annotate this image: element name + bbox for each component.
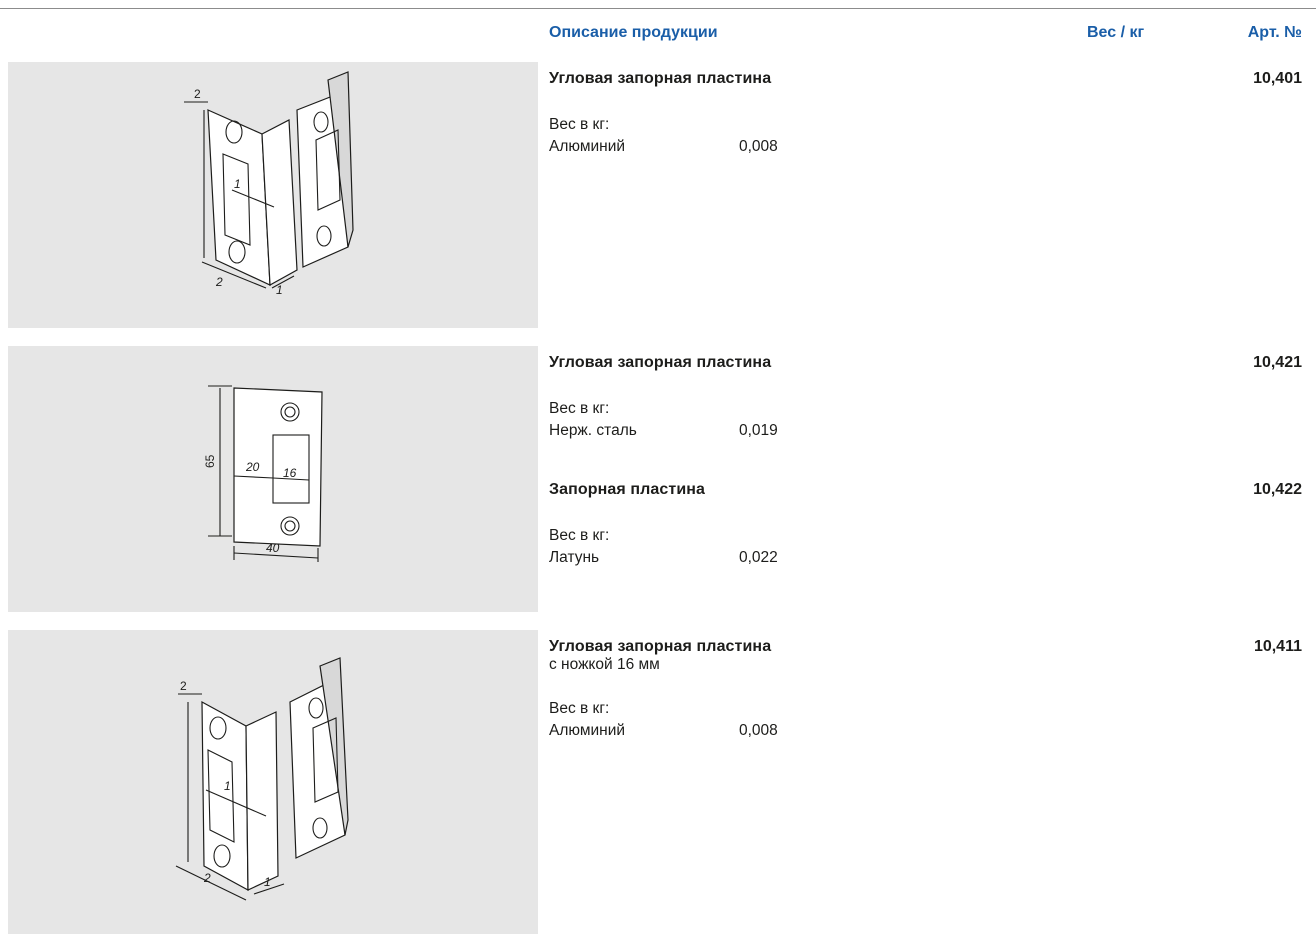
material-row: Нерж. сталь 0,019 — [549, 420, 1302, 442]
product-image-panel: 65 20 16 40 — [8, 346, 538, 612]
top-rule — [0, 8, 1316, 9]
material-weight: 0,022 — [739, 549, 778, 566]
product-entry: Запорная пластина 10,422 Вес в кг: Латун… — [549, 481, 1302, 569]
dim-label: 1 — [234, 177, 241, 191]
article-number: 10,422 — [1253, 481, 1302, 498]
product-entry: Угловая запорная пластина 10,421 Вес в к… — [549, 354, 1302, 442]
header-article: Арт. № — [1247, 24, 1302, 41]
weight-label: Вес в кг: — [549, 527, 610, 544]
dim-label: 65 — [203, 454, 217, 468]
product-entry: Угловая запорная пластина с ножкой 16 мм… — [549, 638, 1302, 742]
dim-label: 40 — [266, 541, 280, 555]
material-name: Алюминий — [549, 722, 626, 739]
weight-label: Вес в кг: — [549, 700, 610, 717]
article-number: 10,401 — [1253, 70, 1302, 87]
dim-label: 1 — [264, 875, 271, 889]
material-row: Латунь 0,022 — [549, 547, 1302, 569]
dim-label: 2 — [203, 871, 211, 885]
material-weight: 0,008 — [739, 138, 778, 155]
article-number: 10,421 — [1253, 354, 1302, 371]
product-title: Угловая запорная пластина — [549, 638, 772, 655]
material-weight: 0,019 — [739, 422, 778, 439]
product-title: Угловая запорная пластина — [549, 70, 772, 87]
dim-label: 16 — [283, 466, 297, 480]
angle-strike-plate-drawing: 2 1 2 1 — [184, 71, 354, 297]
dim-label: 2 — [215, 275, 223, 289]
product-image-panel: 2 1 2 1 — [8, 62, 538, 328]
header-description: Описание продукции — [549, 24, 718, 41]
dim-label: 1 — [276, 283, 283, 297]
material-name: Нерж. сталь — [549, 422, 637, 439]
product-subtitle: с ножкой 16 мм — [549, 656, 660, 673]
weight-label: Вес в кг: — [549, 400, 610, 417]
dim-label: 1 — [224, 779, 231, 793]
angle-strike-plate-leg-drawing: 2 1 2 1 — [175, 657, 349, 901]
header-weight: Вес / кг — [1087, 24, 1145, 41]
material-row: Алюминий 0,008 — [549, 720, 1302, 742]
flat-strike-plate-drawing: 65 20 16 40 — [203, 385, 323, 562]
material-name: Латунь — [549, 549, 600, 566]
material-name: Алюминий — [549, 138, 626, 155]
material-weight: 0,008 — [739, 722, 778, 739]
dim-label: 2 — [194, 87, 201, 101]
product-image-panel: 2 1 2 1 — [8, 630, 538, 934]
material-row: Алюминий 0,008 — [549, 136, 1302, 158]
product-title: Угловая запорная пластина — [549, 354, 772, 371]
article-number: 10,411 — [1253, 638, 1302, 655]
dim-label: 20 — [245, 460, 260, 474]
weight-label: Вес в кг: — [549, 116, 610, 133]
dim-label: 2 — [180, 679, 187, 693]
product-title: Запорная пластина — [549, 481, 706, 498]
product-entry: Угловая запорная пластина 10,401 Вес в к… — [549, 70, 1302, 158]
